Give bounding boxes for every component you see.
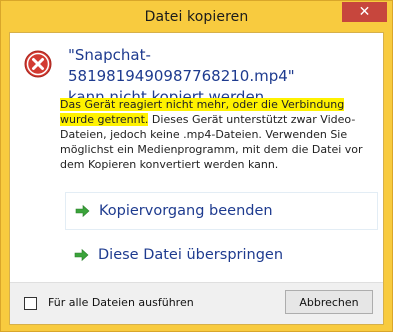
green-arrow-icon [74,248,89,262]
error-icon [24,50,52,78]
window-title: Datei kopieren [144,8,249,25]
apply-all-checkbox[interactable] [24,297,37,310]
green-arrow-icon [75,204,90,218]
apply-all-label[interactable]: Für alle Dateien ausführen [48,296,194,309]
title-bar[interactable]: Datei kopieren ✕ [1,1,392,32]
stop-copy-label: Kopiervorgang beenden [99,203,273,219]
cancel-label: Abbrechen [299,295,359,309]
dialog-window: Datei kopieren ✕ "Snapchat-5819819490987… [0,0,393,332]
cancel-button[interactable]: Abbrechen [285,290,373,314]
dialog-content: "Snapchat-5819819490987768210.mp4" kann … [9,32,384,325]
close-icon: ✕ [358,4,371,20]
error-description: Das Gerät reagiert nicht mehr, oder die … [60,97,375,172]
dialog-footer: Für alle Dateien ausführen Abbrechen [10,282,383,324]
file-name: "Snapchat-5819819490987768210.mp4" [68,46,295,85]
stop-copy-option[interactable]: Kopiervorgang beenden [65,192,378,230]
close-button[interactable]: ✕ [342,2,387,22]
skip-file-option[interactable]: Diese Datei überspringen [65,236,378,274]
skip-file-label: Diese Datei überspringen [98,247,284,263]
